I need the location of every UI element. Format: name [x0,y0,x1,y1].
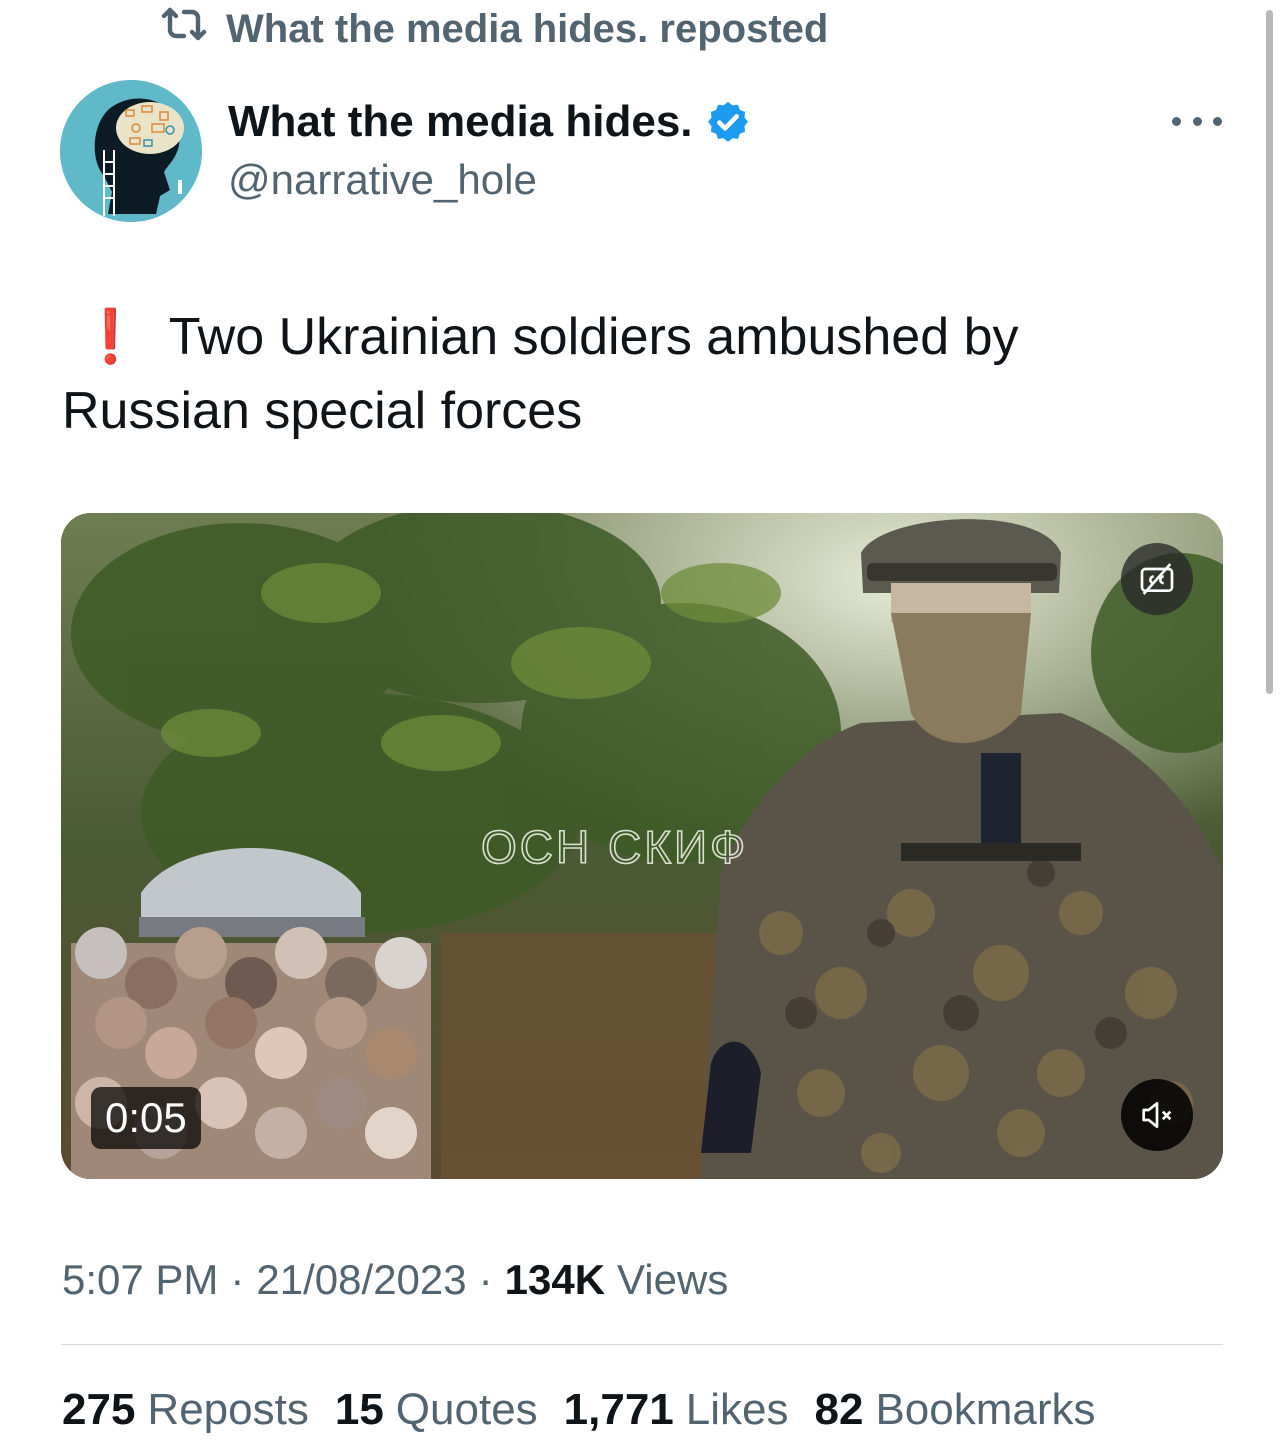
unmute-button[interactable] [1121,1079,1193,1151]
bookmarks-stat[interactable]: 82 Bookmarks [815,1385,1096,1435]
tweet-text: ❗ Two Ukrainian soldiers ambushed by Russ… [62,300,1202,448]
bookmarks-label: Bookmarks [875,1385,1096,1434]
reposts-label: Reposts [147,1385,309,1434]
author-handle[interactable]: @narrative_hole [228,156,537,204]
avatar[interactable] [60,80,202,222]
closed-captions-off-icon [1140,563,1174,595]
verified-badge-icon [705,99,751,145]
views-count: 134K [504,1256,606,1303]
exclamation-emoji-icon: ❗ [78,308,143,366]
engagement-stats: 275 Reposts 15 Quotes 1,771 Likes 82 Bookmar… [62,1380,1122,1440]
likes-label: Likes [685,1385,789,1434]
tweet-time[interactable]: 5:07 PM [62,1256,218,1304]
scrollbar[interactable] [1266,10,1273,694]
tweet-meta: 5:07 PM · 21/08/2023 · 134K Views [62,1252,728,1308]
divider [61,1344,1223,1345]
closed-captions-button[interactable] [1121,543,1193,615]
repost-header[interactable]: What the media hides. reposted [160,4,828,54]
video-player[interactable]: ОСН СКИФ 0:05 [61,513,1223,1179]
tweet-body: Two Ukrainian soldiers ambushed by Russi… [62,308,1019,440]
likes-stat[interactable]: 1,771 Likes [564,1385,789,1435]
reposts-count: 275 [62,1385,136,1434]
more-options-icon[interactable] [1172,104,1222,138]
video-watermark-text: ОСН СКИФ [481,821,748,873]
quotes-stat[interactable]: 15 Quotes [335,1385,538,1435]
tweet-date[interactable]: 21/08/2023 [256,1256,466,1304]
repost-icon [160,4,208,54]
quotes-label: Quotes [395,1385,538,1434]
reposts-stat[interactable]: 275 Reposts [62,1385,309,1435]
author-name-row[interactable]: What the media hides. [228,94,751,150]
video-duration-badge: 0:05 [91,1087,201,1149]
quotes-count: 15 [334,1385,384,1434]
views-label: Views [617,1256,729,1303]
bookmarks-count: 82 [814,1385,864,1434]
likes-count: 1,771 [563,1385,674,1434]
meta-separator: · [230,1256,245,1303]
author-display-name[interactable]: What the media hides. [228,97,693,147]
repost-header-text: What the media hides. reposted [226,6,829,51]
video-frame: ОСН СКИФ [61,513,1223,1179]
speaker-muted-icon [1142,1102,1172,1128]
meta-separator: · [478,1256,493,1303]
